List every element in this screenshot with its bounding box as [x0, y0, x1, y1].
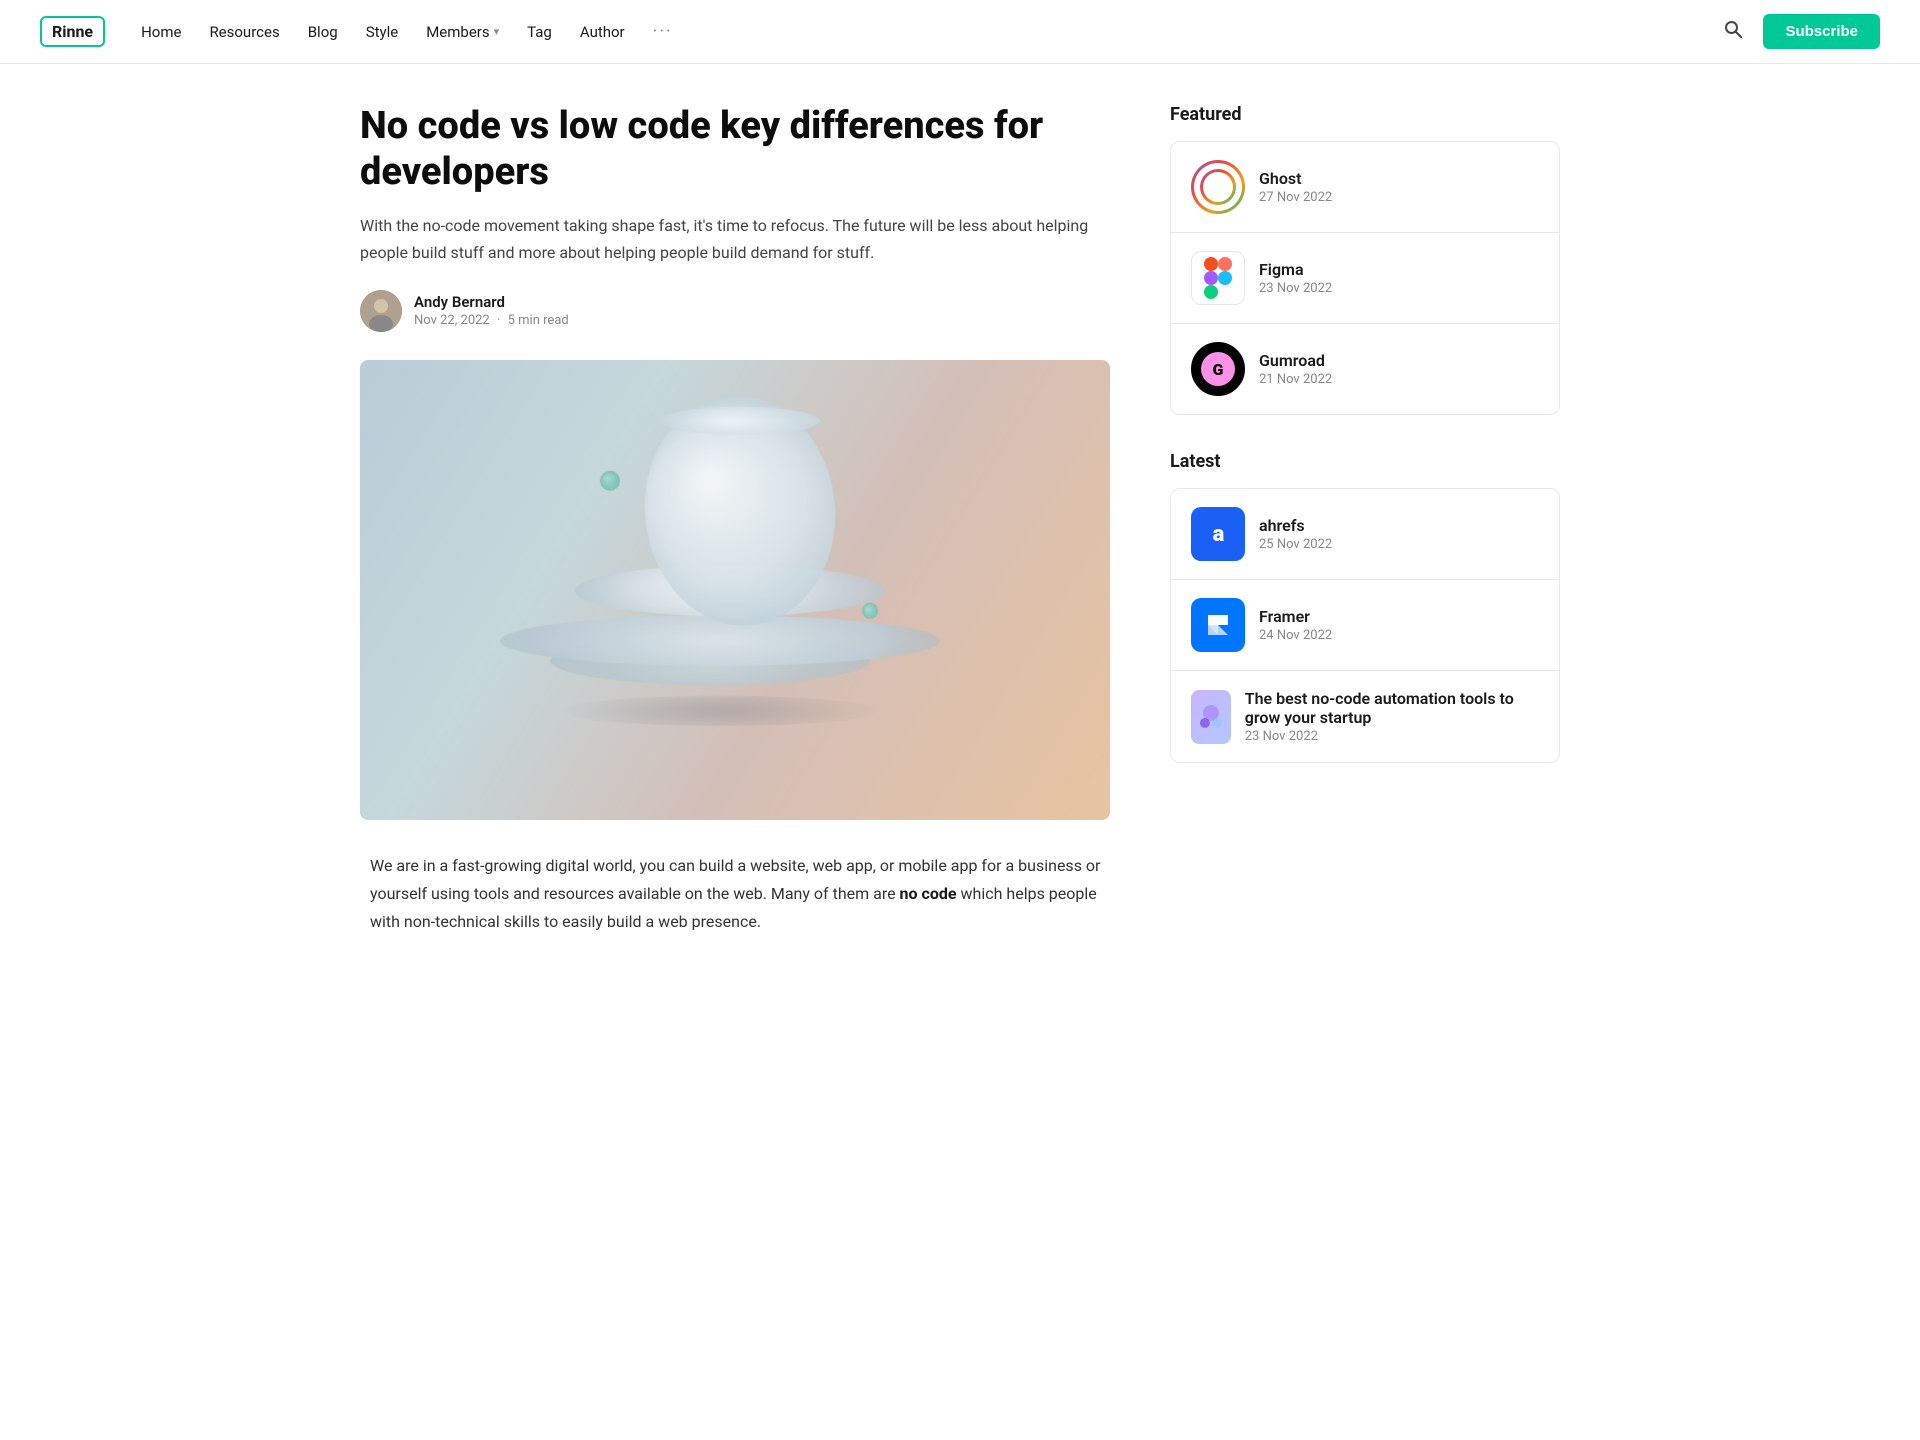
latest-item-ahrefs[interactable]: a ahrefs 25 Nov 2022: [1171, 489, 1559, 580]
card-title: Gumroad: [1259, 351, 1332, 370]
gumroad-logo: G: [1191, 342, 1245, 396]
avatar: [360, 290, 402, 332]
card-date: 24 Nov 2022: [1259, 628, 1332, 643]
card-title: Ghost: [1259, 169, 1332, 188]
article-body: We are in a fast-growing digital world, …: [360, 852, 1110, 936]
card-info: Framer 24 Nov 2022: [1259, 607, 1332, 643]
featured-section-title: Featured: [1170, 104, 1560, 125]
card-info: The best no-code automation tools to gro…: [1245, 689, 1539, 744]
site-logo[interactable]: Rinne: [40, 16, 105, 47]
hero-canvas: [360, 360, 1110, 820]
nav-blog[interactable]: Blog: [308, 23, 338, 41]
latest-section-title: Latest: [1170, 451, 1560, 472]
author-date: Nov 22, 2022: [414, 313, 490, 328]
card-title: ahrefs: [1259, 516, 1332, 535]
nav-author[interactable]: Author: [580, 23, 625, 41]
article-title: No code vs low code key differences for …: [360, 104, 1110, 195]
framer-icon: [1204, 611, 1232, 639]
card-date: 25 Nov 2022: [1259, 537, 1332, 552]
hero-image: [360, 360, 1110, 820]
author-info: Andy Bernard Nov 22, 2022 · 5 min read: [414, 293, 569, 328]
nav-links: Home Resources Blog Style Members ▾ Tag …: [141, 21, 1723, 42]
card-date: 23 Nov 2022: [1259, 281, 1332, 296]
author-name: Andy Bernard: [414, 293, 569, 311]
card-info: ahrefs 25 Nov 2022: [1259, 516, 1332, 552]
nocode-thumb: [1191, 690, 1231, 744]
featured-item-gumroad[interactable]: G Gumroad 21 Nov 2022: [1171, 324, 1559, 414]
body-bold-text: no code: [900, 884, 957, 903]
nav-resources[interactable]: Resources: [209, 23, 279, 41]
nav-members[interactable]: Members ▾: [426, 23, 499, 41]
nocode-thumbnail: [1191, 697, 1231, 737]
author-avatar-image: [360, 290, 402, 332]
latest-item-framer[interactable]: Framer 24 Nov 2022: [1171, 580, 1559, 671]
more-icon[interactable]: ···: [653, 21, 673, 42]
body-paragraph: We are in a fast-growing digital world, …: [370, 852, 1110, 936]
page-wrapper: No code vs low code key differences for …: [320, 64, 1600, 996]
card-info: Ghost 27 Nov 2022: [1259, 169, 1332, 205]
gumroad-inner: G: [1201, 352, 1235, 386]
sidebar: Featured Ghost 27 Nov 2022: [1170, 104, 1560, 936]
chevron-down-icon: ▾: [494, 25, 500, 38]
search-icon: [1723, 19, 1743, 39]
author-meta: Nov 22, 2022 · 5 min read: [414, 313, 569, 328]
card-title: Framer: [1259, 607, 1332, 626]
ahrefs-logo: a: [1191, 507, 1245, 561]
article-subtitle: With the no-code movement taking shape f…: [360, 213, 1110, 266]
featured-item-ghost[interactable]: Ghost 27 Nov 2022: [1171, 142, 1559, 233]
card-info: Figma 23 Nov 2022: [1259, 260, 1332, 296]
card-title: Figma: [1259, 260, 1332, 279]
nav-tag[interactable]: Tag: [527, 23, 552, 41]
latest-item-nocode[interactable]: The best no-code automation tools to gro…: [1171, 671, 1559, 762]
subscribe-button[interactable]: Subscribe: [1763, 14, 1880, 49]
ghost-logo: [1191, 160, 1245, 214]
search-button[interactable]: [1723, 19, 1743, 44]
main-content: No code vs low code key differences for …: [360, 104, 1110, 936]
framer-logo: [1191, 598, 1245, 652]
figma-icon: [1204, 257, 1232, 299]
latest-list: a ahrefs 25 Nov 2022 Framer 24 N: [1170, 488, 1560, 763]
separator: ·: [497, 313, 500, 328]
card-title: The best no-code automation tools to gro…: [1245, 689, 1539, 727]
author-row: Andy Bernard Nov 22, 2022 · 5 min read: [360, 290, 1110, 332]
card-info: Gumroad 21 Nov 2022: [1259, 351, 1332, 387]
featured-list: Ghost 27 Nov 2022 Figma 2: [1170, 141, 1560, 415]
nav-home[interactable]: Home: [141, 23, 181, 41]
nav-style[interactable]: Style: [366, 23, 399, 41]
read-time: 5 min read: [508, 313, 569, 328]
nav-right: Subscribe: [1723, 14, 1880, 49]
card-date: 23 Nov 2022: [1245, 729, 1539, 744]
navigation: Rinne Home Resources Blog Style Members …: [0, 0, 1920, 64]
featured-item-figma[interactable]: Figma 23 Nov 2022: [1171, 233, 1559, 324]
card-date: 21 Nov 2022: [1259, 372, 1332, 387]
figma-logo: [1191, 251, 1245, 305]
card-date: 27 Nov 2022: [1259, 190, 1332, 205]
